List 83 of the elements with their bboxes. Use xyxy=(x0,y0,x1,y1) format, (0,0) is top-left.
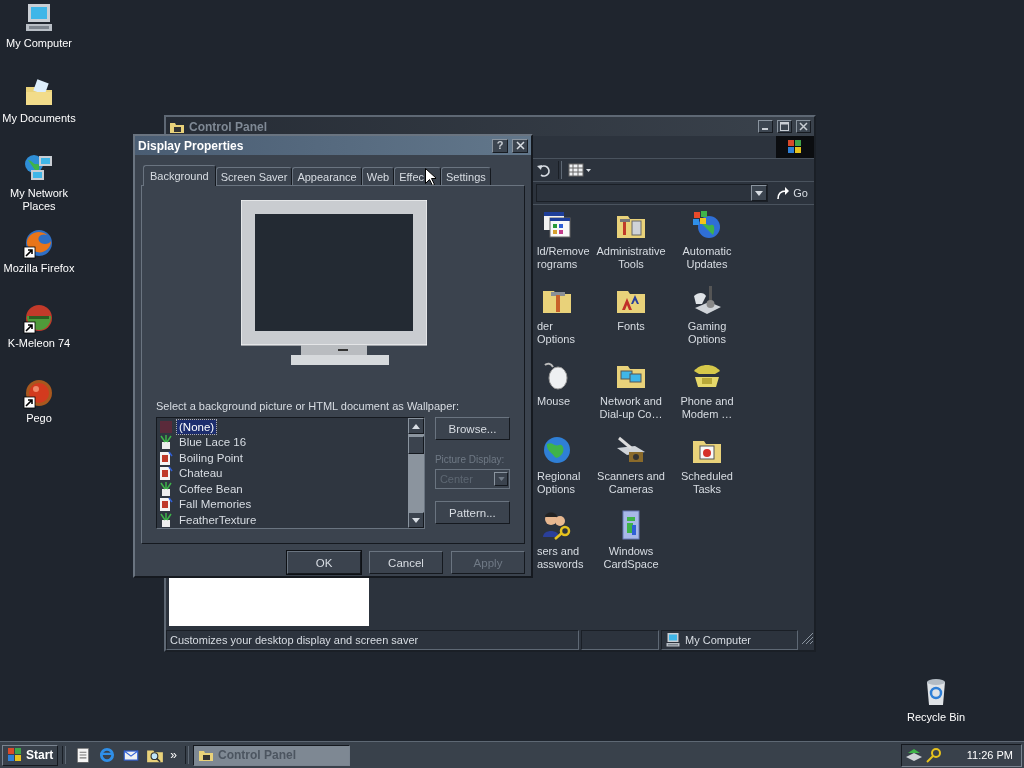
dialog-button[interactable]: OK xyxy=(287,551,361,574)
wallpaper-label: Select a background picture or HTML document as Wallpaper: xyxy=(156,400,461,412)
paint-pot-icon xyxy=(159,435,173,450)
network-cards-icon[interactable] xyxy=(904,747,923,763)
wallpaper-item[interactable]: Coffee Bean xyxy=(177,481,245,496)
control-panel-item-label[interactable]: Regional Options xyxy=(537,470,593,496)
control-panel-item-label[interactable]: Scheduled Tasks xyxy=(669,470,745,496)
tab[interactable]: Effec xyxy=(394,167,441,185)
browser-e-icon[interactable] xyxy=(98,746,117,764)
tab[interactable]: Settings xyxy=(441,167,491,185)
desktop-icon-label[interactable]: My Network Places xyxy=(0,187,78,213)
resize-grip-icon[interactable] xyxy=(800,630,814,646)
control-panel-item-label[interactable]: Fonts xyxy=(617,320,645,333)
control-panel-item-label[interactable]: sers and asswords xyxy=(537,545,593,571)
wallpaper-item[interactable]: Chateau xyxy=(177,466,225,481)
desktop-icon-label[interactable]: Pego xyxy=(26,412,52,425)
picture-document-icon xyxy=(159,466,173,481)
program-windows-icon[interactable] xyxy=(541,209,573,241)
up-arrow-icon[interactable] xyxy=(411,423,420,429)
paint-pot-icon xyxy=(159,512,173,527)
window-title: Display Properties xyxy=(138,138,245,153)
desktop-icon-label[interactable]: My Computer xyxy=(6,37,72,50)
wallpaper-item[interactable]: Boiling Point xyxy=(177,450,245,465)
control-panel-item-label[interactable]: Network and Dial-up Co… xyxy=(593,395,669,421)
close-icon xyxy=(799,122,808,131)
control-panel-item-label[interactable]: Scanners and Cameras xyxy=(593,470,669,496)
window-title: Control Panel xyxy=(189,119,268,134)
close-icon xyxy=(515,141,525,150)
control-panel-item-label[interactable]: ld/Remove rograms xyxy=(537,245,593,271)
control-panel-item-label[interactable]: Administrative Tools xyxy=(593,245,669,271)
wallpaper-item[interactable]: (None) xyxy=(177,419,217,434)
blank-picture-icon xyxy=(159,419,173,434)
pattern-button[interactable]: Pattern... xyxy=(434,501,510,524)
windows-logo-icon xyxy=(776,136,814,158)
desktop-icon-label[interactable]: My Documents xyxy=(2,112,76,125)
undo-icon[interactable] xyxy=(536,162,552,178)
computer-icon[interactable] xyxy=(23,2,55,34)
globe-icon[interactable] xyxy=(23,227,55,259)
globe-icon[interactable] xyxy=(691,209,723,241)
joystick-icon[interactable] xyxy=(691,284,723,316)
desktop-icon-label[interactable]: Mozilla Firefox xyxy=(3,262,75,275)
scrollbar[interactable] xyxy=(407,418,424,528)
overflow-chevron[interactable]: » xyxy=(170,748,178,762)
picture-document-icon xyxy=(159,450,173,465)
views-icon[interactable] xyxy=(568,162,592,178)
paint-pot-icon xyxy=(159,481,173,496)
browse-button[interactable]: Browse... xyxy=(434,417,510,440)
help-button[interactable]: ? xyxy=(492,138,508,153)
control-panel-item-label[interactable]: der Options xyxy=(537,320,593,346)
clock: 11:26 PM xyxy=(966,749,1013,761)
tab[interactable]: Background xyxy=(143,165,216,186)
maximize-icon xyxy=(780,122,789,131)
close-button[interactable] xyxy=(512,138,528,153)
control-panel-item-label[interactable]: Mouse xyxy=(537,395,571,408)
curved-arrow-icon xyxy=(776,186,791,200)
wallpaper-list[interactable]: (None) Blue Lace 16 Boiling Point Chateau Coffee Bean Fall Memories FeatherTexture xyxy=(156,417,425,529)
tab[interactable]: Web xyxy=(361,167,395,185)
control-panel-item-label[interactable]: Windows CardSpace xyxy=(593,545,669,571)
control-panel-item-label[interactable]: Phone and Modem … xyxy=(669,395,745,421)
control-panel-item-label[interactable]: Gaming Options xyxy=(669,320,745,346)
status-zone: My Computer xyxy=(685,634,752,646)
desktop-icon-label[interactable]: K-Meleon 74 xyxy=(7,337,71,350)
wallpaper-item[interactable]: Blue Lace 16 xyxy=(177,435,249,450)
computer-icon xyxy=(665,632,681,648)
control-panel-item-label[interactable]: Automatic Updates xyxy=(669,245,745,271)
start-button[interactable]: Start xyxy=(2,744,59,766)
status-text: Customizes your desktop display and screen saver xyxy=(166,630,579,650)
wallpaper-item[interactable]: Fall Memories xyxy=(177,497,254,512)
picture-document-icon xyxy=(159,497,173,512)
windows-flag-icon xyxy=(7,747,23,763)
dialog-button[interactable]: Cancel xyxy=(369,551,443,574)
caret-icon xyxy=(497,477,505,481)
desktop-icon-label[interactable]: Recycle Bin xyxy=(906,711,966,724)
down-arrow-icon[interactable] xyxy=(411,517,420,523)
scrollbar-thumb[interactable] xyxy=(407,436,424,454)
ball-icon[interactable] xyxy=(23,377,55,409)
address-field[interactable] xyxy=(536,184,769,202)
tab[interactable]: Appearance xyxy=(292,167,362,185)
mouse-cursor-icon xyxy=(425,167,436,186)
tab[interactable]: Screen Saver xyxy=(215,167,293,185)
key-icon[interactable] xyxy=(925,747,942,763)
wallpaper-item[interactable]: FeatherTexture xyxy=(177,512,259,527)
caret-icon xyxy=(755,190,764,196)
